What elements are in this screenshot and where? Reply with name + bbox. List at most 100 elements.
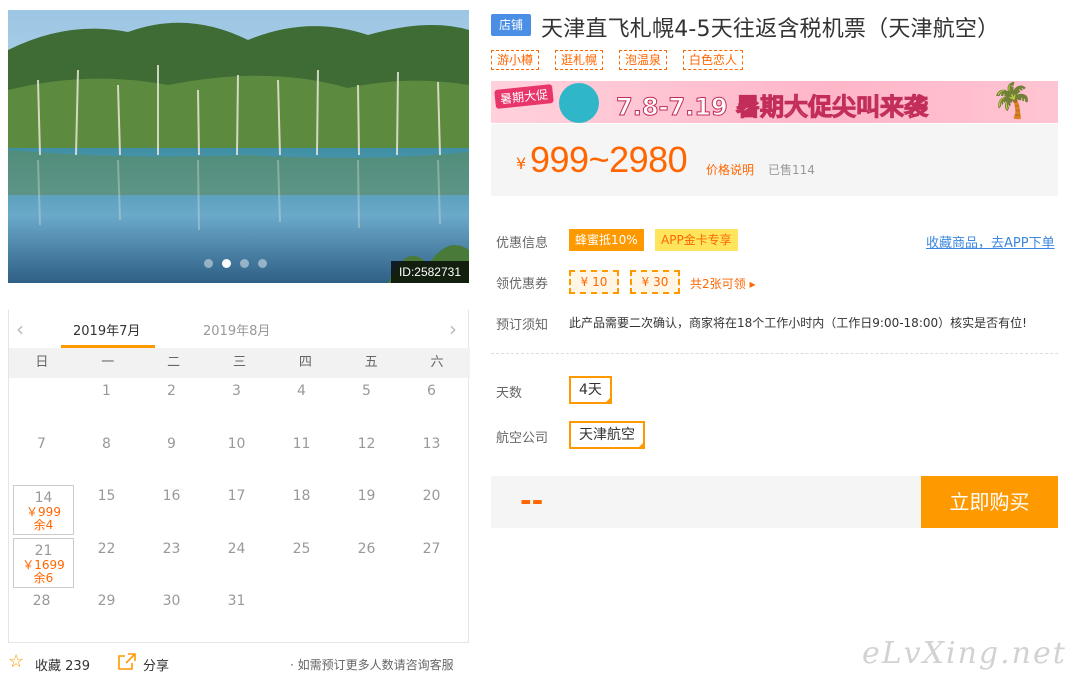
calendar-day: 3 <box>204 378 269 431</box>
option-days-4[interactable]: 4天 <box>569 376 612 404</box>
coupon-label: 领优惠券 <box>496 277 549 292</box>
carousel-dot[interactable] <box>204 259 213 268</box>
carousel-dot-active[interactable] <box>222 259 231 268</box>
calendar-day: 10 <box>204 431 269 484</box>
day-number: 14 <box>34 490 53 506</box>
banner-text: 7.8-7.19 暑期大促尖叫来袭 <box>615 93 929 122</box>
calendar-day: 29 <box>74 588 139 641</box>
carousel-dot[interactable] <box>240 259 249 268</box>
calendar-day: 13 <box>399 431 464 484</box>
sold-count: 已售114 <box>768 163 815 177</box>
weekday-label: 二 <box>167 355 181 370</box>
chevron-right-icon[interactable]: › <box>449 319 461 339</box>
coupon-10[interactable]: ¥ 10 <box>569 270 619 294</box>
calendar-day: 8 <box>74 431 139 484</box>
calendar-day: 1 <box>74 378 139 431</box>
share-button[interactable]: 分享 <box>143 655 169 674</box>
calendar-day: 30 <box>139 588 204 641</box>
day-remaining: 余6 <box>33 570 54 585</box>
calendar-day-available[interactable]: 21 ￥1699 余6 <box>13 537 74 588</box>
product-gallery[interactable]: ID:2582731 <box>8 10 469 283</box>
lake-photo <box>8 10 469 283</box>
calendar-day: 25 <box>269 536 334 589</box>
calendar-day: 4 <box>269 378 334 431</box>
calendar-day: 22 <box>74 536 139 589</box>
carousel-dot[interactable] <box>258 259 267 268</box>
day-number: 16 <box>162 488 181 504</box>
total-price: -- <box>520 484 544 517</box>
tag-item: 泡温泉 <box>619 50 668 70</box>
calendar-day: 5 <box>334 378 399 431</box>
tag-item: 游小樽 <box>491 50 540 70</box>
calendar-day: 9 <box>139 431 204 484</box>
caret-right-icon: ▸ <box>749 277 756 291</box>
day-number: 20 <box>422 488 441 504</box>
option-airline[interactable]: 天津航空 <box>569 421 645 449</box>
calendar-day: 26 <box>334 536 399 589</box>
favorite-button[interactable]: 收藏 239 <box>35 655 90 674</box>
calendar-days: 1 2 3 4 5 6 7 8 9 10 11 12 13 14 ￥999 余4 15 16 17 18 19 20 21 ￥… <box>9 378 470 641</box>
currency-symbol: ¥ <box>516 154 527 173</box>
calendar-day: 20 <box>399 483 464 536</box>
divider <box>491 353 1058 354</box>
shop-badge[interactable]: 店铺 <box>491 14 531 36</box>
calendar-day: 7 <box>9 431 74 484</box>
day-number: 3 <box>232 383 241 399</box>
day-number: 10 <box>227 435 246 452</box>
weekday-label: 四 <box>298 355 312 370</box>
tab-month-july[interactable]: 2019年7月 <box>73 320 140 339</box>
day-number: 21 <box>34 542 53 559</box>
calendar-day: 24 <box>204 536 269 589</box>
calendar-day: 16 <box>139 483 204 536</box>
star-icon[interactable]: ☆ <box>8 652 24 672</box>
calendar-day: 23 <box>139 536 204 589</box>
calendar-day: 28 <box>9 588 74 641</box>
calendar-day: 18 <box>269 483 334 536</box>
day-number: 26 <box>357 540 376 557</box>
banner-figure-icon <box>559 83 599 123</box>
booking-notice: · 如需预订更多人数请咨询客服 <box>290 658 454 672</box>
share-icon[interactable] <box>118 653 136 670</box>
tag-item: 白色恋人 <box>683 50 744 70</box>
tag-item: 逛札幌 <box>555 50 604 70</box>
product-title: 天津直飞札幌4-5天往返含税机票（天津航空） <box>541 17 1000 42</box>
carousel-dots[interactable] <box>204 259 267 268</box>
app-card-badge: APP金卡专享 <box>655 229 738 251</box>
date-calendar: ‹ 2019年7月 2019年8月 › 日 一 二 三 四 五 六 123456… <box>8 310 470 643</box>
day-number: 1 <box>102 383 111 399</box>
weekday-label: 日 <box>35 355 49 370</box>
calendar-day-available[interactable]: 14 ￥999 余4 <box>13 485 74 535</box>
booking-label: 预订须知 <box>496 318 549 333</box>
favorite-app-link[interactable]: 收藏商品，去APP下单 <box>926 232 1055 251</box>
coupon-30[interactable]: ¥ 30 <box>630 270 680 294</box>
site-watermark: eLvXing.net <box>862 636 1067 671</box>
day-number: 15 <box>97 488 116 504</box>
favorite-count: 239 <box>65 659 90 674</box>
price-explain-link[interactable]: 价格说明 <box>706 161 754 178</box>
day-number: 2 <box>167 383 176 399</box>
day-number: 31 <box>227 593 246 609</box>
weekday-label: 一 <box>101 355 115 370</box>
calendar-day: 15 <box>74 483 139 536</box>
day-number: 29 <box>97 593 116 609</box>
days-label: 天数 <box>496 386 523 401</box>
day-number: 18 <box>292 488 311 504</box>
day-number: 9 <box>167 435 176 452</box>
calendar-day: 2 <box>139 378 204 431</box>
calendar-blank <box>9 378 74 431</box>
booking-text: 此产品需要二次确认，商家将在18个工作小时内（工作日9:00-18:00）核实是… <box>569 316 1027 330</box>
calendar-day: 12 <box>334 431 399 484</box>
calendar-day: 11 <box>269 431 334 484</box>
honey-discount-badge: 蜂蜜抵10% <box>569 229 644 251</box>
day-number: 5 <box>362 383 371 399</box>
day-remaining: 余4 <box>33 518 54 532</box>
promo-banner[interactable]: 暑期大促 7.8-7.19 暑期大促尖叫来袭 🌴 <box>491 81 1058 123</box>
chevron-left-icon[interactable]: ‹ <box>16 319 28 339</box>
tab-month-august[interactable]: 2019年8月 <box>203 320 270 339</box>
day-number: 24 <box>227 540 246 557</box>
calendar-day: 27 <box>399 536 464 589</box>
weekday-header: 日 一 二 三 四 五 六 <box>9 348 470 378</box>
more-coupons-link[interactable]: 共2张可领 ▸ <box>690 275 756 292</box>
buy-now-button[interactable]: 立即购买 <box>921 476 1058 528</box>
promo-label: 优惠信息 <box>496 236 549 251</box>
